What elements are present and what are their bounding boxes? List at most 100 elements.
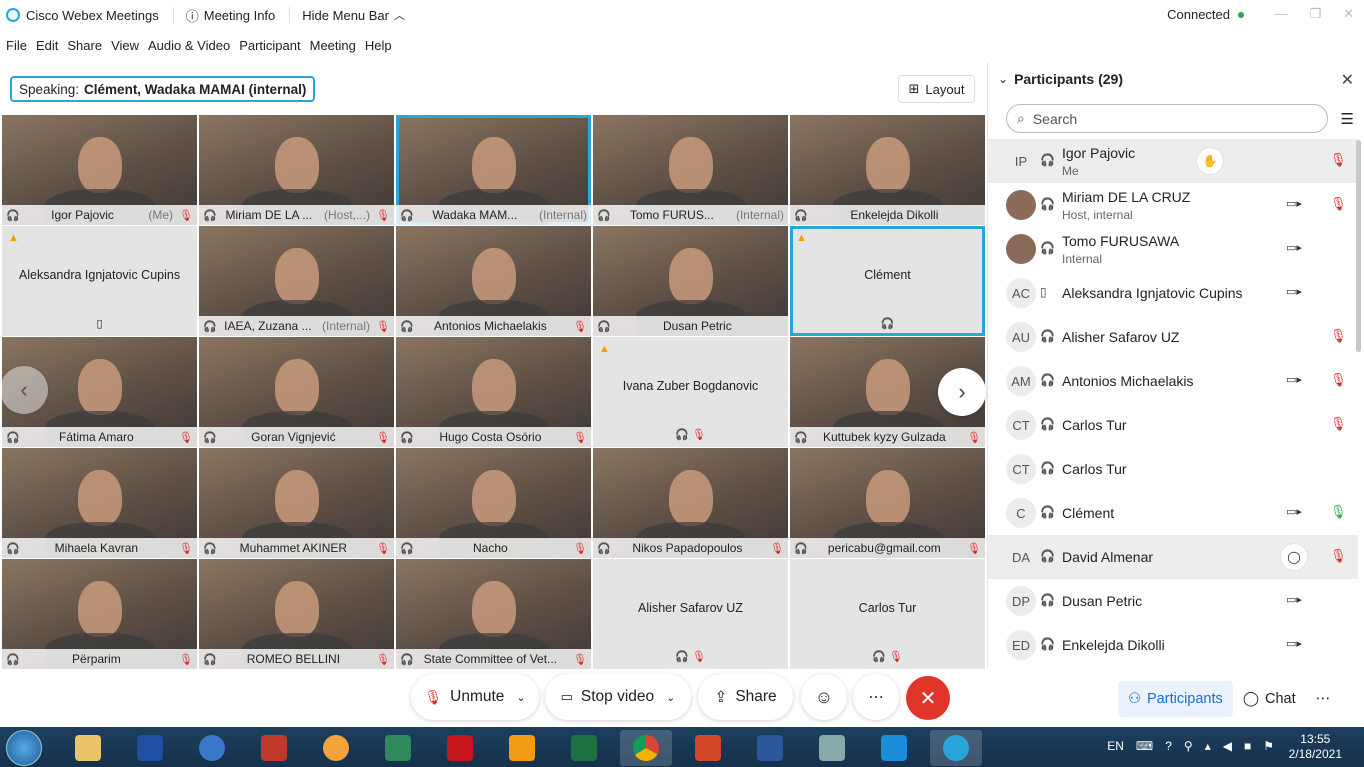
video-tile[interactable]: 🎧 Përparim 🎙	[2, 559, 197, 669]
muted-mic-icon[interactable]: 🎙	[1330, 372, 1347, 388]
raise-hand-icon[interactable]: ✋	[1196, 147, 1224, 175]
menu-help[interactable]: Help	[365, 38, 392, 53]
menu-audio-video[interactable]: Audio & Video	[148, 38, 230, 53]
close-panel-icon[interactable]: ✕	[1341, 70, 1354, 90]
file-explorer-icon[interactable]	[62, 730, 114, 766]
minimize-icon[interactable]: —	[1274, 6, 1287, 22]
video-tile[interactable]: ▲ Clément 🎧	[790, 226, 985, 336]
menu-view[interactable]: View	[111, 38, 139, 53]
video-tile[interactable]: 🎧 Igor Pajovic (Me) 🎙	[2, 115, 197, 225]
video-tile[interactable]: 🎧 ROMEO BELLINI 🎙	[199, 559, 394, 669]
participant-row[interactable]: IP 🎧 Igor Pajovic Me ✋ 🎙	[988, 139, 1358, 183]
participant-row[interactable]: CT 🎧 Carlos Tur 🎙	[988, 403, 1358, 447]
video-tile[interactable]: 🎧 Enkelejda Dikolli	[790, 115, 985, 225]
calculator-icon[interactable]	[806, 730, 858, 766]
participant-row[interactable]: AC ▯ Aleksandra Ignjatovic Cupins ▭▸	[988, 271, 1358, 315]
video-tile[interactable]: 🎧 Tomo FURUS... (Internal)	[593, 115, 788, 225]
menu-file[interactable]: File	[6, 38, 27, 53]
hide-menu-bar-button[interactable]: Hide Menu Bar ︿	[289, 7, 405, 23]
sort-icon[interactable]: ☰	[1341, 110, 1354, 128]
more-panels-button[interactable]: ⋯	[1306, 681, 1341, 717]
video-tile[interactable]: 🎧 pericabu@gmail.com 🎙	[790, 448, 985, 558]
participant-row[interactable]: 🎧 Tomo FURUSAWA Internal ▭▸	[988, 227, 1358, 271]
feather-app-icon[interactable]	[868, 730, 920, 766]
language-indicator[interactable]: EN	[1107, 739, 1124, 753]
muted-mic-icon[interactable]: 🎙	[1330, 152, 1347, 168]
system-clock[interactable]: 13:55 2/18/2021	[1289, 732, 1342, 762]
up-arrow-icon[interactable]: ▴	[1205, 739, 1211, 753]
participant-row[interactable]: AU 🎧 Alisher Safarov UZ 🎙	[988, 315, 1358, 359]
menu-share[interactable]: Share	[67, 38, 102, 53]
panel-header[interactable]: ⌄ Participants (29)	[998, 71, 1123, 87]
maximize-icon[interactable]: ❐	[1309, 6, 1321, 22]
word-icon[interactable]	[744, 730, 796, 766]
floppy-app-icon[interactable]	[124, 730, 176, 766]
participant-row[interactable]: DP 🎧 Dusan Petric ▭▸	[988, 579, 1358, 623]
participant-row[interactable]: 🎧 Miriam DE LA CRUZ Host, internal ▭▸ 🎙	[988, 183, 1358, 227]
bs-app-icon[interactable]	[186, 730, 238, 766]
muted-mic-icon[interactable]: 🎙	[1330, 548, 1347, 564]
leave-meeting-button[interactable]: ✕	[906, 676, 950, 720]
participant-row[interactable]: ED 🎧 Enkelejda Dikolli ▭▸	[988, 623, 1358, 667]
chevron-down-icon[interactable]: ⌄	[516, 691, 525, 704]
participant-row[interactable]: DA 🎧 David Almenar ◯ 🎙	[988, 535, 1358, 579]
next-page-button[interactable]: ›	[938, 368, 986, 416]
keyboard-icon[interactable]: ⌨	[1136, 739, 1153, 753]
media-app-icon[interactable]	[310, 730, 362, 766]
start-button[interactable]	[6, 730, 42, 766]
video-tile[interactable]: 🎧 Nacho 🎙	[396, 448, 591, 558]
participant-row[interactable]: CT 🎧 Carlos Tur	[988, 447, 1358, 491]
menu-participant[interactable]: Participant	[239, 38, 300, 53]
video-tile[interactable]: 🎧 Wadaka MAM... (Internal)	[396, 115, 591, 225]
participant-list-scrollbar[interactable]	[1356, 140, 1361, 352]
video-tile[interactable]: ▲ Ivana Zuber Bogdanovic 🎧 🎙	[593, 337, 788, 447]
muted-mic-icon[interactable]: 🎙	[1330, 196, 1347, 212]
unmute-button[interactable]: 🎙 Unmute ⌄	[411, 674, 539, 720]
reactions-button[interactable]: ☺	[801, 674, 847, 720]
video-tile[interactable]: 🎧 Muhammet AKINER 🎙	[199, 448, 394, 558]
video-tile[interactable]: 🎧 Mihaela Kavran 🎙	[2, 448, 197, 558]
menu-meeting[interactable]: Meeting	[310, 38, 356, 53]
search-input[interactable]: ⌕ Search	[1006, 104, 1328, 133]
active-mic-icon[interactable]: 🎙	[1330, 504, 1347, 520]
stop-video-button[interactable]: ▭ Stop video ⌄	[545, 674, 691, 720]
help-icon[interactable]: ?	[1165, 739, 1172, 753]
webex-taskbar-icon[interactable]	[930, 730, 982, 766]
more-options-button[interactable]: ⋯	[853, 674, 899, 720]
video-tile[interactable]: ▲ Aleksandra Ignjatovic Cupins ▯	[2, 226, 197, 336]
share-button[interactable]: ⇪ Share	[698, 674, 793, 720]
video-tile[interactable]: Alisher Safarov UZ 🎧 🎙	[593, 559, 788, 669]
video-tile[interactable]: 🎧 Goran Vignjević 🎙	[199, 337, 394, 447]
muted-mic-icon[interactable]: 🎙	[1330, 416, 1347, 432]
layout-button[interactable]: ⊞ Layout	[898, 75, 975, 103]
acrobat-icon[interactable]	[434, 730, 486, 766]
chat-bubble-icon[interactable]: ◯	[1280, 543, 1308, 571]
video-tile[interactable]: 🎧 IAEA, Zuzana ... (Internal) 🎙	[199, 226, 394, 336]
tab-chat[interactable]: ◯ Chat	[1233, 681, 1306, 717]
video-tile[interactable]: 🎧 State Committee of Vet... 🎙	[396, 559, 591, 669]
volume-icon[interactable]: ◀	[1223, 739, 1232, 753]
menu-edit[interactable]: Edit	[36, 38, 58, 53]
powerpoint-icon[interactable]	[682, 730, 734, 766]
security-icon[interactable]: ■	[1244, 739, 1251, 753]
video-tile[interactable]: 🎧 Nikos Papadopoulos 🎙	[593, 448, 788, 558]
chrome-icon[interactable]	[620, 730, 672, 766]
video-tile[interactable]: 🎧 Miriam DE LA ... (Host,...) 🎙	[199, 115, 394, 225]
video-tile[interactable]: Carlos Tur 🎧 🎙	[790, 559, 985, 669]
tab-participants[interactable]: ⚇ Participants	[1118, 681, 1233, 717]
participant-row[interactable]: AM 🎧 Antonios Michaelakis ▭▸ 🎙	[988, 359, 1358, 403]
excel-icon[interactable]	[558, 730, 610, 766]
game-app-icon[interactable]	[248, 730, 300, 766]
participant-row[interactable]: C 🎧 Clément ▭▸ 🎙	[988, 491, 1358, 535]
video-player-icon[interactable]	[496, 730, 548, 766]
video-tile[interactable]: 🎧 Dusan Petric	[593, 226, 788, 336]
close-window-icon[interactable]: ✕	[1343, 6, 1354, 22]
video-tile[interactable]: 🎧 Hugo Costa Osório 🎙	[396, 337, 591, 447]
chevron-down-icon[interactable]: ⌄	[666, 691, 675, 704]
flag-icon[interactable]: ⚑	[1263, 739, 1274, 753]
previous-page-button[interactable]: ‹	[0, 366, 48, 414]
publisher-icon[interactable]	[372, 730, 424, 766]
meeting-info-button[interactable]: ⓘ Meeting Info	[172, 7, 275, 24]
video-tile[interactable]: 🎧 Antonios Michaelakis 🎙	[396, 226, 591, 336]
network-icon[interactable]: ⚲	[1184, 739, 1193, 753]
